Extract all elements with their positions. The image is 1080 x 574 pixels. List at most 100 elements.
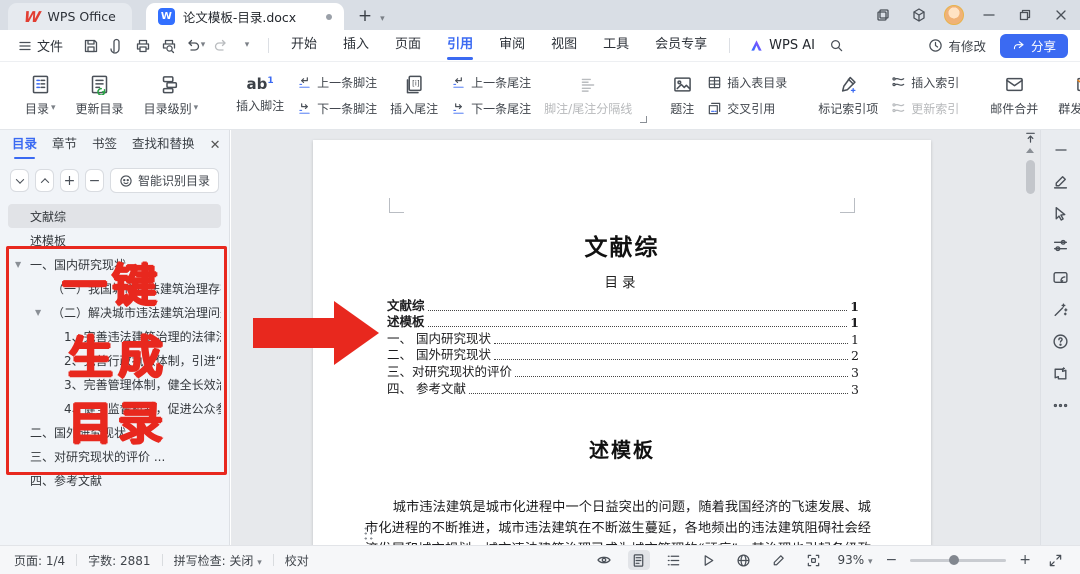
toc-item[interactable]: 3、完善管理体制，健全长效治 ... — [8, 372, 221, 396]
close-button[interactable] — [1050, 5, 1072, 25]
body-paragraph[interactable]: 城市违法建筑是城市化进程中一个日益突出的问题，随着我国经济的飞速发展、城市化进程… — [365, 497, 871, 545]
new-tab-button[interactable]: + — [344, 6, 380, 30]
collapse-caret-icon[interactable]: ▼ — [35, 308, 41, 317]
smart-identify-toc-button[interactable]: 智能识别目录 — [110, 168, 220, 193]
ink-pen-icon[interactable] — [768, 550, 790, 570]
toc-expand-button[interactable] — [10, 169, 29, 192]
toc-item[interactable]: 二、国外研究现状 — [8, 420, 221, 444]
panel-tab-chapter[interactable]: 章节 — [52, 130, 77, 160]
tab-insert[interactable]: 插入 — [330, 30, 382, 62]
wps-home-tab[interactable]: W WPS Office — [8, 3, 132, 30]
zoom-percentage[interactable]: 93% ▾ — [838, 553, 873, 567]
footnote-separator-button[interactable]: 脚注/尾注分隔线 — [537, 72, 639, 120]
toc-menu-button[interactable]: 目录 ▾ — [18, 71, 63, 120]
adjust-sliders-icon[interactable] — [1050, 236, 1072, 255]
zoom-slider-knob[interactable] — [948, 555, 959, 565]
toc-item[interactable]: 述模板 — [8, 228, 221, 252]
sync-status[interactable]: 有修改 — [928, 36, 986, 55]
tab-tools[interactable]: 工具 — [590, 30, 642, 62]
mail-merge-button[interactable]: 邮件合并 — [983, 71, 1045, 120]
redo-button[interactable] — [209, 34, 233, 58]
scroll-to-top-icon[interactable] — [1024, 131, 1037, 144]
toc-zoom-in-button[interactable]: + — [60, 169, 79, 192]
page-view-icon[interactable] — [627, 550, 650, 570]
panel-tab-find-replace[interactable]: 查找和替换 — [132, 130, 195, 160]
document-tab[interactable]: W 论文模板-目录.docx — [145, 3, 344, 30]
annotate-pen-icon[interactable] — [1050, 172, 1072, 191]
cross-reference-button[interactable]: 交叉引用 — [707, 100, 787, 117]
more-tools-icon[interactable] — [1050, 396, 1072, 415]
web-layout-globe-icon[interactable] — [733, 550, 755, 570]
extract-content-icon[interactable] — [1050, 268, 1072, 287]
file-menu-button[interactable]: 文件 — [12, 36, 69, 55]
spellcheck-status[interactable]: 拼写检查: 关闭 ▾ — [174, 552, 262, 569]
restore-button[interactable] — [1014, 5, 1036, 25]
toc-item[interactable]: ▼ 一、国内研究现状 — [8, 252, 221, 276]
magic-wand-icon[interactable] — [1050, 300, 1072, 319]
save-button[interactable] — [79, 34, 103, 58]
select-cursor-icon[interactable] — [1050, 204, 1072, 223]
toc-item[interactable]: 2、完善行政执法体制，引进“ ... — [8, 348, 221, 372]
minimize-button[interactable] — [978, 5, 1000, 25]
play-presentation-icon[interactable] — [698, 550, 720, 570]
next-footnote-button[interactable]: 下一条脚注 — [297, 100, 377, 117]
undo-button[interactable]: ▾ — [183, 34, 207, 58]
wps-ai-button[interactable]: WPS AI — [739, 38, 825, 53]
panel-close-icon[interactable]: ✕ — [210, 138, 221, 153]
group-send-button[interactable]: 群发工具▾ — [1051, 71, 1080, 120]
collapse-toolbar-icon[interactable] — [1050, 140, 1072, 159]
zoom-in-button[interactable]: + — [1019, 552, 1031, 568]
footnote-dialog-launcher-icon[interactable] — [640, 116, 648, 123]
insert-endnote-button[interactable]: [i] 插入尾注 — [383, 71, 445, 120]
tab-list-chevron-icon[interactable]: ▾ — [380, 15, 385, 30]
print-preview-button[interactable] — [157, 34, 181, 58]
panel-tab-toc[interactable]: 目录 — [12, 130, 37, 160]
panel-tab-bookmark[interactable]: 书签 — [92, 130, 117, 160]
read-mode-eye-icon[interactable] — [593, 550, 615, 570]
zoom-out-button[interactable]: − — [886, 552, 898, 568]
prev-endnote-button[interactable]: 上一条尾注 — [451, 74, 531, 91]
custom-tools-icon[interactable] — [1050, 364, 1072, 383]
mark-index-button[interactable]: 标记索引项 — [811, 71, 885, 120]
quickbar-more-chevron-icon[interactable]: ▾ — [235, 34, 259, 58]
tab-member[interactable]: 会员专享 — [642, 30, 720, 62]
vertical-scrollbar-thumb[interactable] — [1025, 160, 1035, 194]
tab-review[interactable]: 审阅 — [486, 30, 538, 62]
paragraph-drag-handle-icon[interactable] — [363, 526, 374, 541]
collapse-caret-icon[interactable]: ▼ — [15, 260, 21, 269]
help-icon[interactable] — [1050, 332, 1072, 351]
app-center-cube-icon[interactable] — [908, 5, 930, 25]
outline-view-icon[interactable] — [663, 550, 685, 570]
export-pdf-button[interactable] — [105, 34, 129, 58]
search-icon[interactable] — [825, 34, 849, 58]
scroll-up-arrow-icon[interactable] — [1026, 148, 1034, 153]
user-avatar[interactable] — [944, 5, 964, 25]
tab-references[interactable]: 引用 — [434, 30, 486, 62]
document-page[interactable]: 文献综 目录 文献综 1 述模板 1 一、 国内研究现状 1 二、 国外研究现状 2 三… — [313, 140, 931, 545]
proofread-button[interactable]: 校对 — [285, 552, 309, 569]
toc-collapse-button[interactable] — [35, 169, 54, 192]
toc-item[interactable]: 4、健全监督机制，促进公众参 ... — [8, 396, 221, 420]
toc-entry[interactable]: 文献综 1 — [387, 297, 859, 314]
page-indicator[interactable]: 页面: 1/4 — [14, 552, 65, 569]
print-button[interactable] — [131, 34, 155, 58]
prev-footnote-button[interactable]: 上一条脚注 — [297, 74, 377, 91]
tab-view[interactable]: 视图 — [538, 30, 590, 62]
share-button[interactable]: 分享 — [999, 33, 1068, 58]
word-count[interactable]: 字数: 2881 — [88, 552, 150, 569]
next-endnote-button[interactable]: 下一条尾注 — [451, 100, 531, 117]
toc-entry[interactable]: 四、 参考文献 3 — [387, 380, 859, 397]
tab-home[interactable]: 开始 — [278, 30, 330, 62]
toc-zoom-out-button[interactable]: − — [85, 169, 104, 192]
focus-mode-icon[interactable] — [803, 550, 825, 570]
fullscreen-icon[interactable] — [1044, 550, 1066, 570]
insert-index-button[interactable]: 插入索引 — [891, 74, 959, 91]
toc-item[interactable]: 四、参考文献 — [8, 468, 221, 492]
toc-level-button[interactable]: 目录级别 ▾ — [137, 71, 206, 120]
update-toc-button[interactable]: 更新目录 — [69, 71, 131, 120]
tab-page[interactable]: 页面 — [382, 30, 434, 62]
update-index-button[interactable]: 更新索引 — [891, 100, 959, 117]
toc-item[interactable]: 文献综 — [8, 204, 221, 228]
toc-item[interactable]: 三、对研究现状的评价 ... — [8, 444, 221, 468]
split-view-icon[interactable] — [872, 5, 894, 25]
